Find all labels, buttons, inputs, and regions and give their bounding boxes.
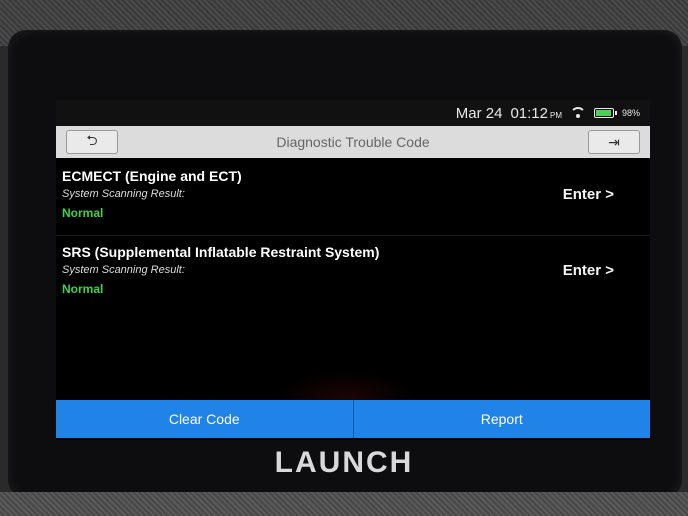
battery-percentage: 98% <box>621 108 640 118</box>
battery-icon <box>593 108 617 118</box>
scan-result-label: System Scanning Result: <box>62 264 185 276</box>
exit-door-icon: ⇥ <box>608 133 620 150</box>
status-bar: Mar 24 01:12 PM 98% <box>56 100 650 126</box>
row-divider <box>56 235 650 236</box>
exit-button[interactable]: ⇥ <box>588 130 640 154</box>
system-row-srs[interactable]: SRS (Supplemental Inflatable Restraint S… <box>56 240 650 312</box>
page-title: Diagnostic Trouble Code <box>276 134 430 150</box>
battery-fill <box>595 110 611 116</box>
wifi-icon <box>569 107 586 119</box>
status-time-value: 01:12 <box>510 104 548 122</box>
report-button[interactable]: Report <box>353 400 650 438</box>
enter-button[interactable]: Enter > <box>563 262 614 279</box>
action-button-bar: Clear Code Report <box>56 400 650 438</box>
status-date: Mar 24 <box>455 104 503 122</box>
device-screen: Mar 24 01:12 PM 98% ⮌ Diagnostic Trouble … <box>56 100 650 440</box>
status-ampm: PM <box>549 110 562 120</box>
enter-button[interactable]: Enter > <box>563 186 614 203</box>
device-brand-logo: LAUNCH <box>274 446 414 479</box>
scan-result-label: System Scanning Result: <box>62 188 185 200</box>
system-name: SRS (Supplemental Inflatable Restraint S… <box>62 244 380 260</box>
scan-status: Normal <box>62 282 104 296</box>
back-button[interactable]: ⮌ <box>66 130 118 154</box>
clear-code-button[interactable]: Clear Code <box>56 400 354 438</box>
back-arrow-icon: ⮌ <box>86 132 98 148</box>
scan-status: Normal <box>62 206 104 220</box>
status-time: 01:12 PM <box>510 105 562 122</box>
system-row-ecmect[interactable]: ECMECT (Engine and ECT) System Scanning … <box>56 164 650 236</box>
photo-background-bottom <box>0 492 688 516</box>
system-name: ECMECT (Engine and ECT) <box>62 168 242 184</box>
title-bar: ⮌ Diagnostic Trouble Code ⇥ <box>56 126 650 158</box>
